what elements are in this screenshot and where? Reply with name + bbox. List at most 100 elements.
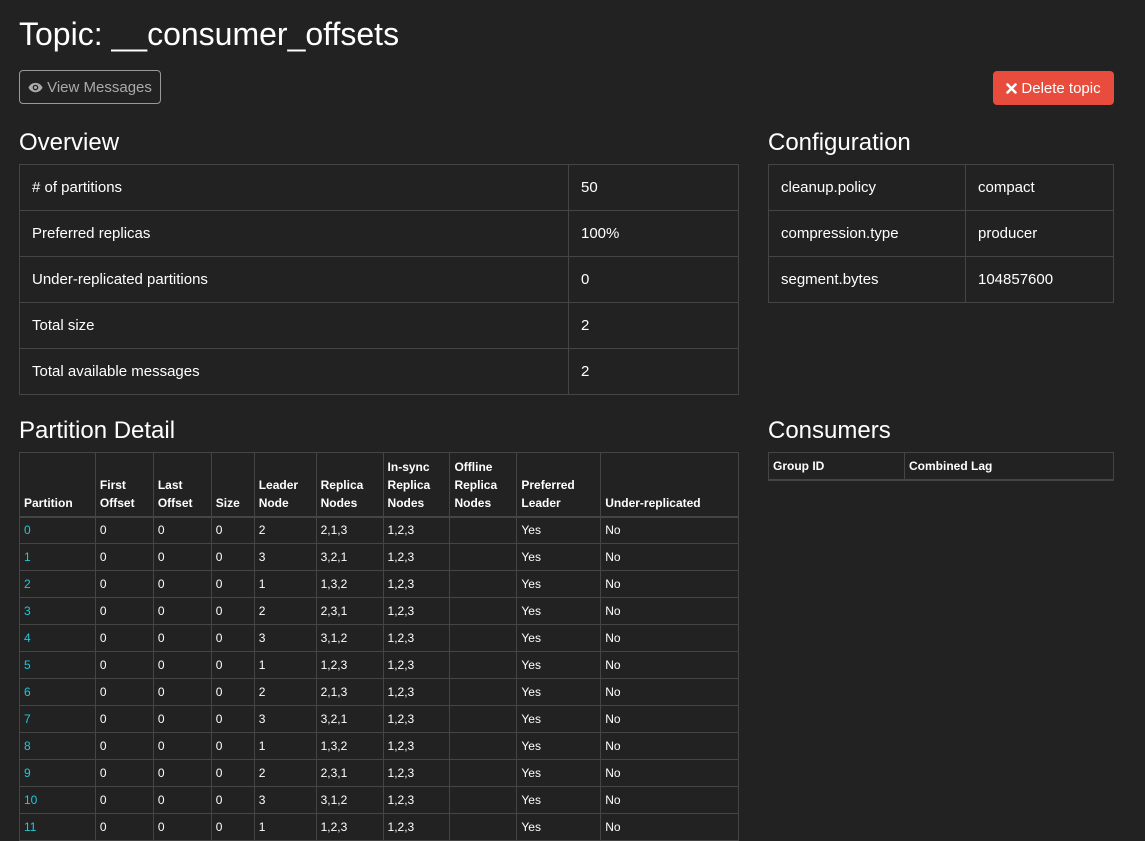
partition-cell: Yes bbox=[516, 813, 602, 841]
overview-row: # of partitions 50 bbox=[19, 164, 739, 211]
partition-cell bbox=[449, 624, 518, 652]
partition-link[interactable]: 2 bbox=[24, 577, 31, 591]
partition-cell: 0 bbox=[94, 732, 154, 760]
partition-link[interactable]: 5 bbox=[24, 658, 31, 672]
partition-cell: Yes bbox=[516, 786, 602, 814]
partition-id-cell: 3 bbox=[19, 597, 96, 625]
partition-row: 2 0 0 0 1 1,3,2 1,2,3 Yes No bbox=[19, 570, 739, 598]
overview-value: 2 bbox=[568, 348, 739, 395]
configuration-title: Configuration bbox=[768, 129, 911, 156]
view-messages-label: View Messages bbox=[47, 78, 152, 96]
partition-cell: 0 bbox=[152, 516, 212, 544]
partition-row: 8 0 0 0 1 1,3,2 1,2,3 Yes No bbox=[19, 732, 739, 760]
partition-cell bbox=[449, 570, 518, 598]
partition-cell: Yes bbox=[516, 570, 602, 598]
partition-cell: 1,2,3 bbox=[382, 543, 451, 571]
partition-link[interactable]: 10 bbox=[24, 793, 37, 807]
partition-id-cell: 8 bbox=[19, 732, 96, 760]
partition-column-header: Size bbox=[210, 452, 255, 518]
partition-cell: 0 bbox=[152, 678, 212, 706]
overview-row: Total size 2 bbox=[19, 302, 739, 349]
partition-link[interactable]: 6 bbox=[24, 685, 31, 699]
partition-row: 9 0 0 0 2 2,3,1 1,2,3 Yes No bbox=[19, 759, 739, 787]
partition-cell: 2 bbox=[253, 678, 317, 706]
partition-cell: No bbox=[600, 786, 739, 814]
partition-cell: 2 bbox=[253, 516, 317, 544]
partition-cell: 3 bbox=[253, 543, 317, 571]
header-text: First bbox=[99, 477, 126, 492]
header-text: Leader bbox=[521, 495, 561, 510]
partition-row: 0 0 0 0 2 2,1,3 1,2,3 Yes No bbox=[19, 516, 739, 544]
overview-label: Preferred replicas bbox=[19, 210, 569, 257]
partition-link[interactable]: 3 bbox=[24, 604, 31, 618]
view-messages-button[interactable]: View Messages bbox=[19, 70, 161, 104]
partition-cell: 3 bbox=[253, 624, 317, 652]
partition-row: 10 0 0 0 3 3,1,2 1,2,3 Yes No bbox=[19, 786, 739, 814]
partition-cell: 0 bbox=[210, 732, 255, 760]
partition-table: Partition First Offset Last Offset Size Leader… bbox=[19, 452, 739, 841]
partition-column-header: Offline Replica Nodes bbox=[449, 452, 518, 518]
partition-link[interactable]: 8 bbox=[24, 739, 31, 753]
partition-column-header: Partition bbox=[19, 452, 96, 518]
partition-link[interactable]: 9 bbox=[24, 766, 31, 780]
overview-label: # of partitions bbox=[19, 164, 569, 211]
overview-label: Under-replicated partitions bbox=[19, 256, 569, 303]
partition-body: 0 0 0 0 2 2,1,3 1,2,3 Yes No 1 0 0 0 3 3,2,1 1,2,3 Yes No… bbox=[19, 516, 739, 841]
partition-row: 7 0 0 0 3 3,2,1 1,2,3 Yes No bbox=[19, 705, 739, 733]
partition-cell: Yes bbox=[516, 624, 602, 652]
partition-cell: 2,1,3 bbox=[315, 678, 384, 706]
partition-cell: 0 bbox=[210, 678, 255, 706]
header-text: Replica bbox=[387, 477, 431, 492]
partition-cell: 0 bbox=[210, 651, 255, 679]
config-key: compression.type bbox=[768, 210, 966, 257]
partition-column-header: First Offset bbox=[94, 452, 154, 518]
eye-icon bbox=[28, 82, 43, 93]
consumers-title: Consumers bbox=[768, 417, 891, 444]
partition-cell: 0 bbox=[210, 597, 255, 625]
partition-cell: No bbox=[600, 543, 739, 571]
partition-cell: Yes bbox=[516, 597, 602, 625]
partition-cell: 3,2,1 bbox=[315, 543, 384, 571]
partition-cell: Yes bbox=[516, 705, 602, 733]
partition-id-cell: 6 bbox=[19, 678, 96, 706]
page-title: Topic: __consumer_offsets bbox=[19, 16, 400, 52]
overview-title: Overview bbox=[19, 129, 120, 156]
partition-cell: No bbox=[600, 516, 739, 544]
partition-cell: 1,2,3 bbox=[382, 624, 451, 652]
partition-column-header: Leader Node bbox=[253, 452, 317, 518]
partition-cell: 0 bbox=[94, 570, 154, 598]
partition-link[interactable]: 1 bbox=[24, 550, 31, 564]
partition-cell: 0 bbox=[152, 543, 212, 571]
partition-cell bbox=[449, 705, 518, 733]
partition-cell: 0 bbox=[152, 651, 212, 679]
times-icon bbox=[1006, 82, 1018, 94]
partition-cell: 0 bbox=[152, 705, 212, 733]
partition-cell: 2,3,1 bbox=[315, 759, 384, 787]
partition-cell: 1,3,2 bbox=[315, 570, 384, 598]
partition-cell: 2 bbox=[253, 759, 317, 787]
partition-id-cell: 5 bbox=[19, 651, 96, 679]
partition-cell: 0 bbox=[94, 786, 154, 814]
config-row: segment.bytes 104857600 bbox=[768, 256, 1114, 303]
partition-cell: 0 bbox=[210, 516, 255, 544]
partition-column-header: Last Offset bbox=[152, 452, 212, 518]
delete-topic-button[interactable]: Delete topic bbox=[993, 71, 1114, 105]
partition-link[interactable]: 4 bbox=[24, 631, 31, 645]
partition-cell: 1,2,3 bbox=[382, 705, 451, 733]
partition-link[interactable]: 11 bbox=[24, 820, 36, 834]
partition-link[interactable]: 7 bbox=[24, 712, 31, 726]
partition-cell: Yes bbox=[516, 759, 602, 787]
partition-link[interactable]: 0 bbox=[24, 523, 31, 537]
config-row: compression.type producer bbox=[768, 210, 1114, 257]
partition-cell: 0 bbox=[152, 732, 212, 760]
partition-cell: No bbox=[600, 624, 739, 652]
partition-cell bbox=[449, 813, 518, 841]
partition-cell: 3,1,2 bbox=[315, 624, 384, 652]
partition-cell: 2,3,1 bbox=[315, 597, 384, 625]
partition-id-cell: 1 bbox=[19, 543, 96, 571]
combined-lag-header: Combined Lag bbox=[904, 452, 1114, 481]
overview-row: Preferred replicas 100% bbox=[19, 210, 739, 257]
overview-value: 2 bbox=[568, 302, 739, 349]
partition-cell: No bbox=[600, 570, 739, 598]
overview-table: # of partitions 50 Preferred replicas 10… bbox=[19, 164, 739, 395]
